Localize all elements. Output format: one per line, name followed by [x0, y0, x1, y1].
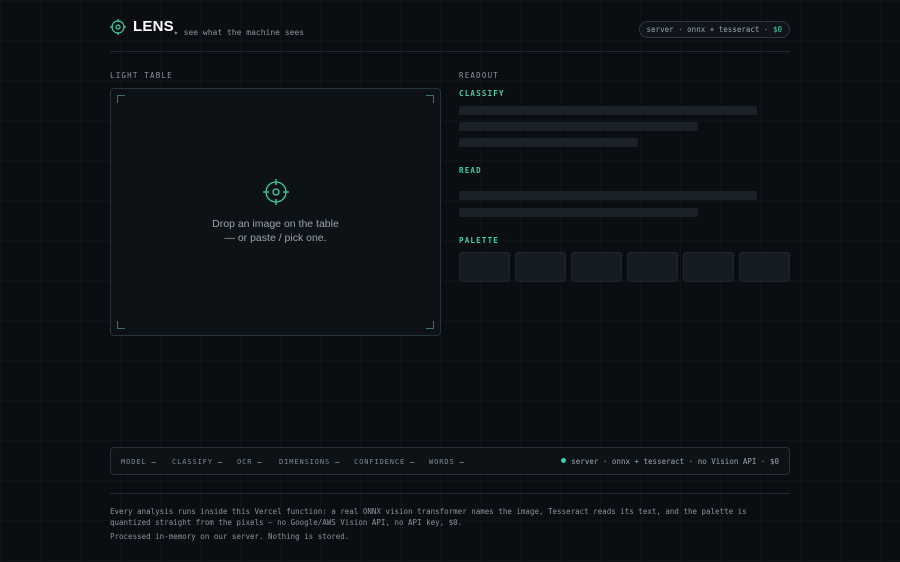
- stat-model: MODEL —: [121, 458, 156, 466]
- server-pill-text: server · onnx + tesseract ·: [646, 25, 773, 34]
- palette-swatch: [571, 252, 622, 282]
- drop-line-2: — or paste / pick one.: [224, 232, 327, 244]
- stat-words: WORDS —: [429, 458, 464, 466]
- palette-swatch: [683, 252, 734, 282]
- palette-swatch: [515, 252, 566, 282]
- classify-skeleton: [459, 138, 638, 147]
- stat-value: —: [257, 458, 262, 466]
- server-pill: server · onnx + tesseract · $0: [638, 21, 790, 38]
- stat-label: CONFIDENCE: [354, 458, 406, 466]
- status-dot-icon: [561, 458, 567, 463]
- stat-label: OCR: [237, 458, 253, 466]
- stat-classify: CLASSIFY —: [172, 458, 222, 466]
- read-skeleton: [459, 208, 698, 217]
- stat-value: —: [335, 458, 340, 466]
- palette-label: PALETTE: [459, 236, 500, 245]
- classify-skeleton: [459, 106, 757, 115]
- drop-line-1: Drop an image on the table: [212, 218, 339, 230]
- palette-swatch: [459, 252, 510, 282]
- stat-value: —: [217, 458, 223, 466]
- stat-label: CLASSIFY: [172, 458, 213, 466]
- classify-label: CLASSIFY: [459, 89, 505, 98]
- server-pill-cost: $0: [772, 25, 782, 34]
- stat-dimensions: DIMENSIONS —: [279, 458, 339, 466]
- stat-label: WORDS: [429, 458, 455, 466]
- stat-ocr: OCR —: [237, 458, 262, 466]
- read-skeleton: [459, 191, 757, 200]
- stat-value: —: [151, 458, 156, 466]
- stat-label: MODEL: [121, 458, 147, 466]
- corner-mark: [426, 321, 434, 329]
- server-status: server · onnx + tesseract · no Vision AP…: [561, 457, 779, 466]
- light-table-dropzone[interactable]: Drop an image on the table — or paste / …: [110, 88, 441, 336]
- light-table-label: LIGHT TABLE: [110, 71, 173, 80]
- crosshair-icon: [110, 18, 126, 35]
- stat-value: —: [459, 458, 464, 466]
- stat-value: —: [410, 458, 415, 466]
- footer-divider: [110, 493, 790, 494]
- header: LENS ▸ see what the machine sees server …: [110, 18, 790, 52]
- palette-swatch: [627, 252, 678, 282]
- corner-mark: [117, 95, 125, 103]
- server-status-text: server · onnx + tesseract · no Vision AP…: [571, 457, 779, 466]
- corner-mark: [117, 321, 125, 329]
- stat-confidence: CONFIDENCE —: [354, 458, 414, 466]
- read-label: READ: [459, 166, 482, 175]
- footer-privacy-note: Processed in-memory on our server. Nothi…: [110, 532, 350, 541]
- brand[interactable]: LENS: [110, 18, 174, 35]
- status-bar: MODEL — CLASSIFY — OCR — DIMENSIONS — CONFID…: [110, 447, 790, 475]
- tagline: ▸ see what the machine sees: [174, 28, 305, 37]
- classify-skeleton: [459, 122, 698, 131]
- stat-label: DIMENSIONS: [279, 458, 331, 466]
- corner-mark: [426, 95, 434, 103]
- crosshair-icon: [263, 179, 289, 205]
- app-title: LENS: [133, 18, 174, 35]
- drop-instructions: Drop an image on the table — or paste / …: [111, 217, 440, 245]
- palette-swatch: [739, 252, 790, 282]
- readout-label: READOUT: [459, 71, 500, 80]
- footer-description: Every analysis runs inside this Vercel f…: [110, 507, 747, 527]
